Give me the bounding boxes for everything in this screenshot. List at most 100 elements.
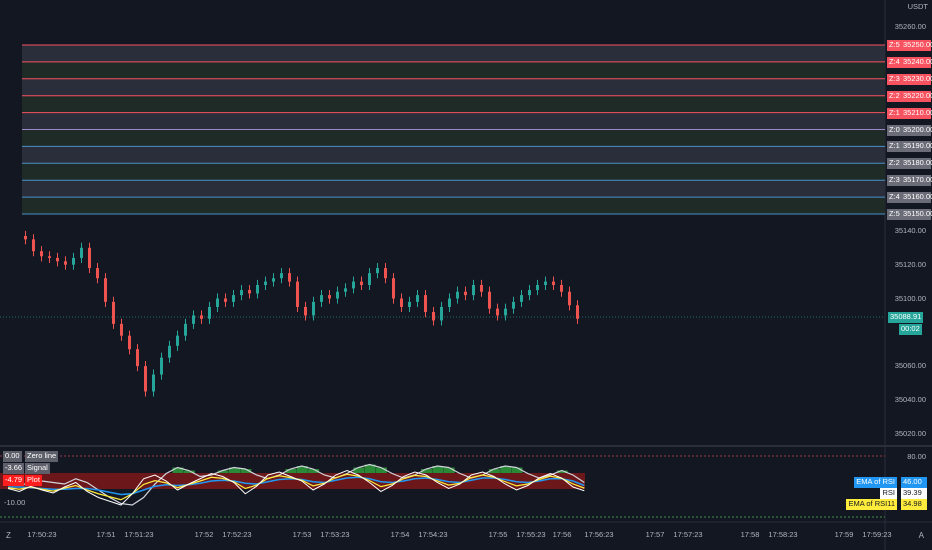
candle <box>88 247 91 269</box>
time-axis-tick: 17:52 <box>194 530 214 539</box>
zone-tag: Z:4 <box>887 192 902 204</box>
time-axis-tick: 17:52:23 <box>222 530 252 539</box>
candle <box>64 261 67 265</box>
candle <box>416 295 419 302</box>
candle <box>256 284 259 294</box>
candle <box>568 291 571 306</box>
rsi-legend-name: EMA of RSI11 <box>846 499 897 510</box>
rsi-legend-value: 46.00 <box>901 477 927 488</box>
candle <box>184 323 187 336</box>
candle <box>168 345 171 358</box>
auto-scale-button[interactable]: A <box>919 531 924 540</box>
zone-price: 35150.00 <box>901 209 932 220</box>
candle <box>248 290 251 294</box>
candle <box>424 295 427 313</box>
candle <box>288 273 291 282</box>
time-axis-tick: 17:55 <box>488 530 508 539</box>
osc-legend-name: Signal <box>25 463 50 474</box>
zone-band <box>22 45 885 62</box>
candle <box>352 281 355 289</box>
candle <box>72 257 75 265</box>
candle <box>552 281 555 285</box>
countdown-label: 00:02 <box>899 324 922 335</box>
osc-legend-value: -4.79 <box>3 475 25 486</box>
osc-legend-value: -3.66 <box>3 463 25 474</box>
candle <box>312 301 315 316</box>
candle <box>80 247 83 258</box>
candle <box>480 284 483 292</box>
candle <box>192 315 195 324</box>
candle <box>224 298 227 302</box>
candle <box>152 374 155 392</box>
osc-legend-value: 0.00 <box>3 451 22 462</box>
time-axis-tick: 17:54 <box>390 530 410 539</box>
candle <box>496 308 499 316</box>
zone-tag: Z:2 <box>887 90 902 102</box>
price-axis-tick: 35100.00 <box>894 294 926 303</box>
osc-legend-name: Plot <box>25 475 42 486</box>
zone-price: 35220.00 <box>901 90 932 102</box>
zone-band <box>22 95 885 113</box>
zone-band <box>22 129 885 147</box>
candle <box>408 301 411 307</box>
price-axis-tick: 35060.00 <box>894 361 926 370</box>
zone-tag: Z:1 <box>887 107 902 119</box>
candle <box>576 305 579 319</box>
candle <box>32 239 35 252</box>
zone-price: 35170.00 <box>901 175 932 187</box>
candle <box>432 312 435 321</box>
time-axis-tick: 17:50:23 <box>27 530 57 539</box>
zone-band <box>22 78 885 96</box>
osc-legend-name: Zero line <box>25 451 59 462</box>
candle <box>24 235 27 240</box>
zone-band <box>22 112 885 130</box>
candle <box>504 308 507 316</box>
osc-axis-low: -10.00 <box>4 498 26 507</box>
time-axis-tick: 17:56 <box>552 530 572 539</box>
candle <box>144 366 147 392</box>
candle <box>56 257 59 262</box>
candle <box>40 251 43 257</box>
candle <box>216 298 219 307</box>
candle <box>272 278 275 282</box>
osc-axis-top: 80.00 <box>907 452 926 461</box>
zone-price: 35250.00 <box>901 40 932 51</box>
timezone-icon[interactable]: Z <box>6 531 11 540</box>
candle <box>208 306 211 319</box>
time-axis-tick: 17:51 <box>96 530 116 539</box>
zone-tag: Z:2 <box>887 158 902 170</box>
zone-tag: Z:3 <box>887 175 902 187</box>
zone-price: 35200.00 <box>901 124 932 136</box>
candle <box>96 268 99 279</box>
rsi-legend-value: 34.98 <box>901 499 927 510</box>
candle <box>536 284 539 291</box>
candle <box>232 295 235 302</box>
candle <box>296 281 299 307</box>
candle <box>544 281 547 285</box>
candle <box>360 281 363 285</box>
candle <box>528 290 531 296</box>
zone-tag: Z:4 <box>887 56 902 68</box>
time-axis-tick: 17:58 <box>740 530 760 539</box>
osc-histogram-negative <box>0 473 585 489</box>
candle <box>512 301 515 309</box>
price-chart[interactable] <box>0 0 932 550</box>
candle <box>472 284 475 296</box>
candle <box>112 301 115 324</box>
candle <box>440 306 443 321</box>
candle <box>344 288 347 292</box>
time-axis-tick: 17:51:23 <box>124 530 154 539</box>
zone-band <box>22 180 885 198</box>
price-axis-tick: 35120.00 <box>894 260 926 269</box>
zone-band <box>22 163 885 181</box>
candle <box>128 335 131 350</box>
candle <box>48 256 51 258</box>
candle <box>488 291 491 309</box>
time-axis-tick: 17:54:23 <box>418 530 448 539</box>
time-axis-tick: 17:53:23 <box>320 530 350 539</box>
last-price-label: 35088.91 <box>888 312 924 323</box>
zone-price: 35190.00 <box>901 141 932 153</box>
candle <box>392 278 395 299</box>
osc-histogram-positive <box>353 467 365 473</box>
candle <box>264 281 267 285</box>
